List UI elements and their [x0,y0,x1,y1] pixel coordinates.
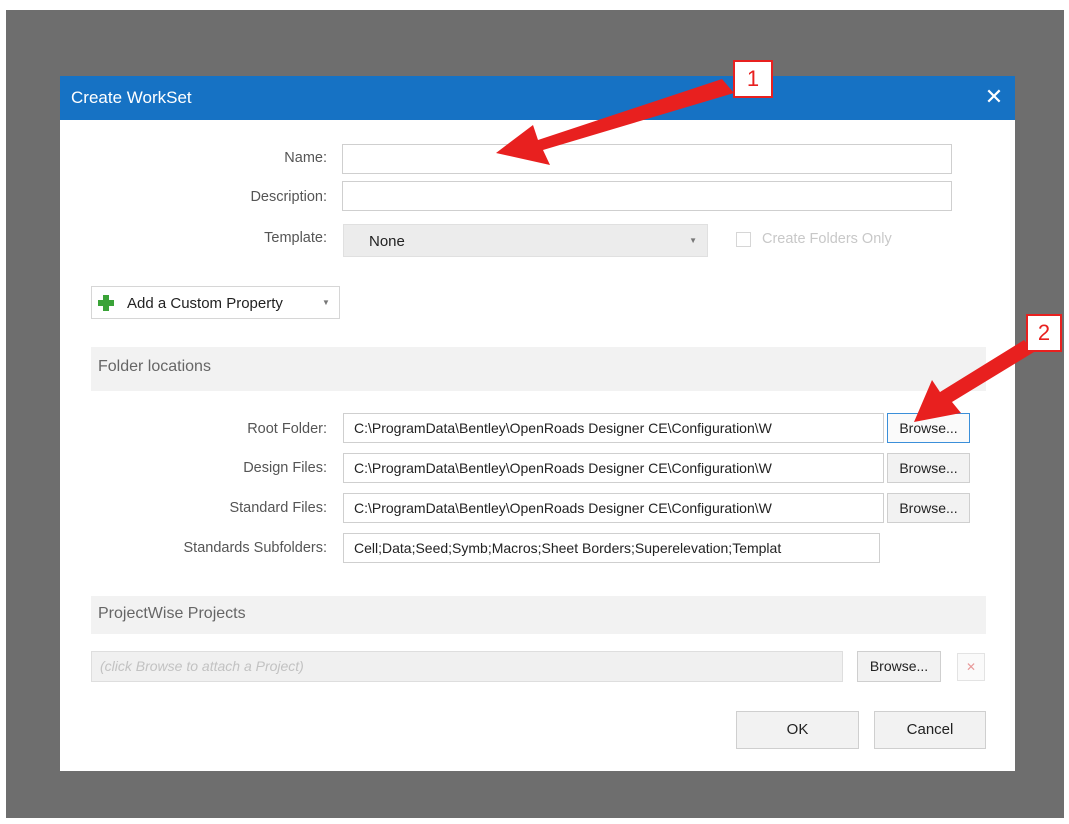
annotation-arrows [496,79,1034,422]
callout-1-badge: 1 [733,60,773,98]
callout-2-badge: 2 [1026,314,1062,352]
annotation-arrow-2 [914,340,1034,422]
annotation-arrow-1 [496,79,734,165]
